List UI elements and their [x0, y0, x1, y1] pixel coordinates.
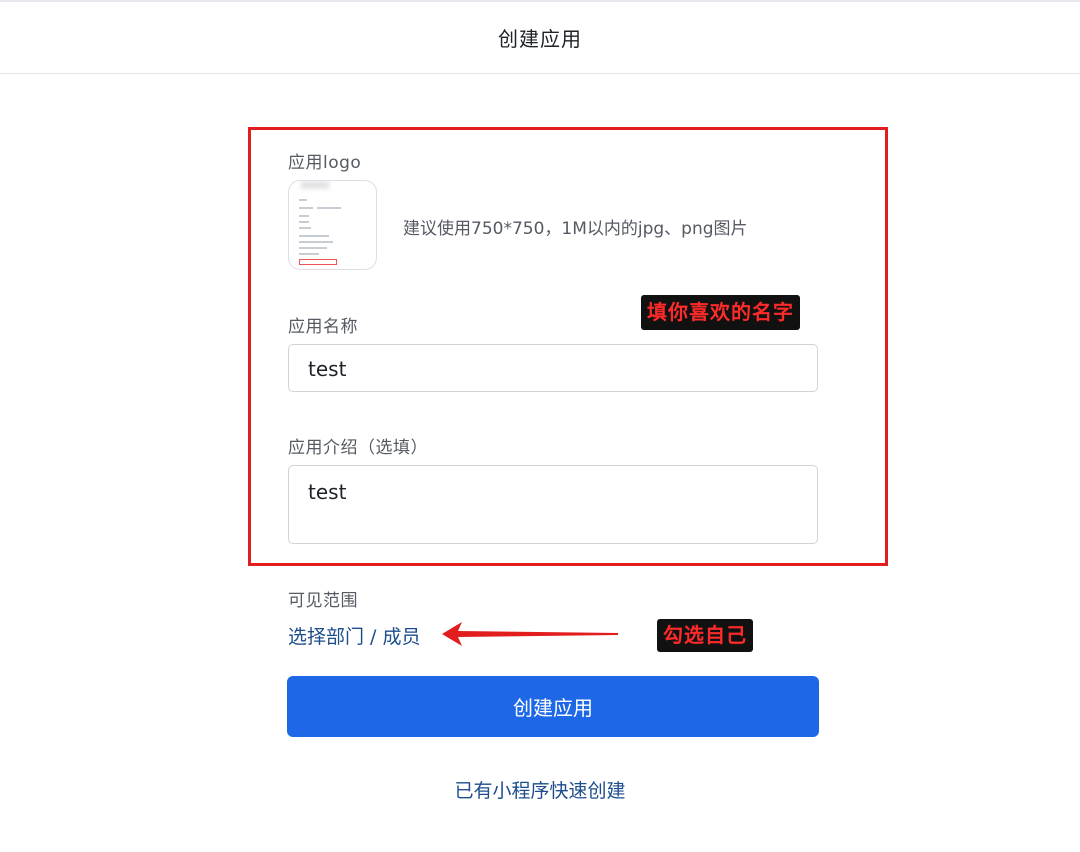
- name-label: 应用名称: [288, 317, 358, 337]
- logo-thumbnail-blur: [301, 181, 329, 189]
- app-name-input[interactable]: test: [288, 344, 818, 392]
- scope-label: 可见范围: [288, 591, 358, 611]
- mini-program-quick-create-link[interactable]: 已有小程序快速创建: [0, 776, 1080, 803]
- intro-label: 应用介绍（选填）: [288, 438, 428, 458]
- annotation-arrow-icon: [442, 622, 618, 646]
- select-department-member-link[interactable]: 选择部门 / 成员: [288, 622, 420, 649]
- logo-label: 应用logo: [288, 153, 362, 173]
- annotation-name-hint: 填你喜欢的名字: [641, 295, 800, 330]
- header-bar: 创建应用: [0, 0, 1080, 74]
- logo-hint-text: 建议使用750*750，1M以内的jpg、png图片: [403, 219, 748, 239]
- annotation-scope-hint: 勾选自己: [657, 619, 753, 652]
- page-title: 创建应用: [498, 27, 582, 51]
- create-app-button[interactable]: 创建应用: [287, 676, 819, 737]
- logo-thumbnail-mark: [299, 259, 337, 265]
- logo-upload[interactable]: [288, 180, 377, 270]
- app-intro-textarea[interactable]: test: [288, 465, 818, 544]
